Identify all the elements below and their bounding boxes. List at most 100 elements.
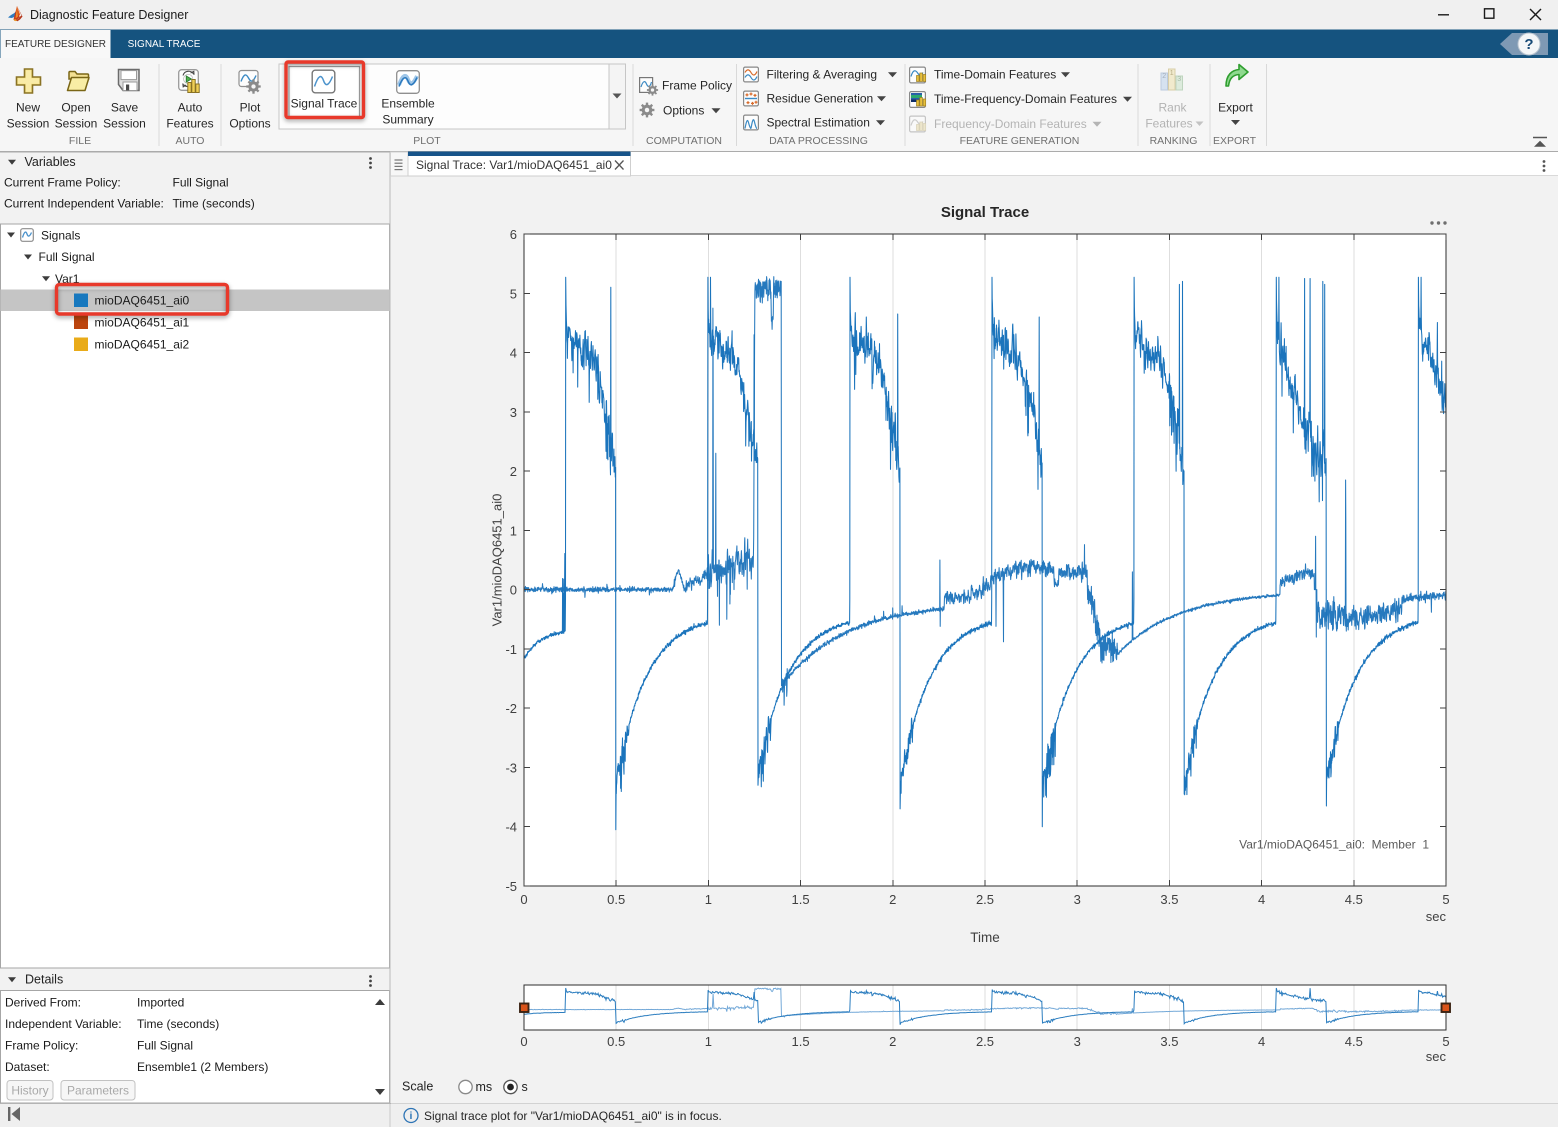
svg-text:sec: sec <box>1426 1049 1447 1064</box>
svg-text:0: 0 <box>520 892 527 907</box>
svg-text:Imported: Imported <box>137 996 184 1010</box>
svg-text:COMPUTATION: COMPUTATION <box>646 135 722 147</box>
svg-text:Save: Save <box>111 101 139 115</box>
svg-text:sec: sec <box>1426 909 1447 924</box>
svg-text:Parameters: Parameters <box>67 1084 129 1098</box>
svg-text:Details: Details <box>25 973 63 987</box>
svg-text:Signal trace plot for "Var1/mi: Signal trace plot for "Var1/mioDAQ6451_a… <box>424 1109 722 1123</box>
svg-text:3.5: 3.5 <box>1160 892 1178 907</box>
svg-text:New: New <box>16 101 40 115</box>
svg-text:Current Frame Policy:: Current Frame Policy: <box>4 176 121 190</box>
svg-text:2: 2 <box>1162 73 1166 80</box>
svg-text:2.5: 2.5 <box>976 1034 994 1049</box>
svg-text:mioDAQ6451_ai1: mioDAQ6451_ai1 <box>95 316 190 330</box>
svg-text:-5: -5 <box>505 879 517 894</box>
svg-text:Options: Options <box>229 117 270 131</box>
svg-text:3: 3 <box>510 405 517 420</box>
svg-text:-2: -2 <box>505 701 517 716</box>
svg-text:4.5: 4.5 <box>1345 892 1363 907</box>
svg-text:Export: Export <box>1218 101 1253 115</box>
svg-text:Time (seconds): Time (seconds) <box>173 197 255 211</box>
svg-text:1: 1 <box>510 523 517 538</box>
svg-text:0: 0 <box>510 583 517 598</box>
svg-text:Session: Session <box>55 117 98 131</box>
svg-text:2: 2 <box>889 892 896 907</box>
svg-text:-1: -1 <box>505 642 517 657</box>
svg-text:mioDAQ6451_ai2: mioDAQ6451_ai2 <box>95 338 190 352</box>
svg-text:1.5: 1.5 <box>792 892 810 907</box>
svg-text:4: 4 <box>1258 892 1265 907</box>
svg-text:?: ? <box>1524 36 1533 53</box>
svg-text:Current Independent Variable:: Current Independent Variable: <box>4 197 164 211</box>
svg-text:-4: -4 <box>505 820 517 835</box>
svg-text:Features: Features <box>1145 117 1192 131</box>
svg-text:Time (seconds): Time (seconds) <box>137 1017 219 1031</box>
svg-text:3: 3 <box>1074 892 1081 907</box>
svg-text:Variables: Variables <box>25 155 76 169</box>
svg-text:Features: Features <box>166 117 213 131</box>
svg-text:Open: Open <box>61 101 90 115</box>
svg-text:Rank: Rank <box>1158 101 1187 115</box>
svg-text:1: 1 <box>705 892 712 907</box>
svg-text:Full Signal: Full Signal <box>39 250 95 264</box>
svg-text:FILE: FILE <box>69 135 91 147</box>
svg-text:Session: Session <box>103 117 146 131</box>
svg-text:EXPORT: EXPORT <box>1213 135 1257 147</box>
svg-text:Time: Time <box>970 930 1000 945</box>
svg-text:FEATURE GENERATION: FEATURE GENERATION <box>960 135 1080 147</box>
svg-text:ms: ms <box>476 1080 493 1094</box>
svg-text:6: 6 <box>510 227 517 242</box>
svg-text:2: 2 <box>510 464 517 479</box>
svg-text:Ensemble1 (2 Members): Ensemble1 (2 Members) <box>137 1060 268 1074</box>
svg-text:Independent Variable:: Independent Variable: <box>5 1017 122 1031</box>
svg-text:Var1/mioDAQ6451_ai0: Var1/mioDAQ6451_ai0 <box>490 494 505 627</box>
svg-text:Session: Session <box>7 117 50 131</box>
svg-text:AUTO: AUTO <box>176 135 205 147</box>
svg-text:Plot: Plot <box>240 101 261 115</box>
svg-text:5: 5 <box>1442 1034 1449 1049</box>
svg-text:1: 1 <box>1170 70 1174 77</box>
svg-text:4: 4 <box>510 346 517 361</box>
svg-text:3.5: 3.5 <box>1160 1034 1178 1049</box>
svg-text:5: 5 <box>510 286 517 301</box>
svg-text:3: 3 <box>1177 76 1181 83</box>
svg-text:Summary: Summary <box>382 113 433 127</box>
svg-text:Frequency-Domain Features: Frequency-Domain Features <box>934 117 1087 131</box>
svg-text:4.5: 4.5 <box>1345 1034 1363 1049</box>
svg-text:2.5: 2.5 <box>976 892 994 907</box>
svg-text:4: 4 <box>1258 1034 1265 1049</box>
svg-text:History: History <box>11 1084 48 1098</box>
svg-text:SIGNAL TRACE: SIGNAL TRACE <box>128 39 201 50</box>
svg-text:RANKING: RANKING <box>1150 135 1198 147</box>
svg-text:Frame Policy:: Frame Policy: <box>5 1039 78 1053</box>
svg-text:Signal Trace: Signal Trace <box>291 97 358 111</box>
svg-text:Residue Generation: Residue Generation <box>767 92 874 106</box>
svg-text:Derived From:: Derived From: <box>5 996 81 1010</box>
svg-text:Filtering & Averaging: Filtering & Averaging <box>767 68 878 82</box>
svg-text:Full Signal: Full Signal <box>137 1039 193 1053</box>
svg-text:Signals: Signals <box>41 229 80 243</box>
svg-text:2: 2 <box>889 1034 896 1049</box>
svg-text:Scale: Scale <box>402 1080 433 1094</box>
svg-text:-3: -3 <box>505 760 517 775</box>
svg-text:Diagnostic Feature Designer: Diagnostic Feature Designer <box>30 8 188 22</box>
svg-text:Full Signal: Full Signal <box>173 176 229 190</box>
svg-text:0.5: 0.5 <box>607 1034 625 1049</box>
svg-text:PLOT: PLOT <box>413 135 441 147</box>
svg-text:0.5: 0.5 <box>607 892 625 907</box>
svg-text:Ensemble: Ensemble <box>381 97 435 111</box>
svg-text:FEATURE DESIGNER: FEATURE DESIGNER <box>5 39 106 50</box>
svg-text:0: 0 <box>520 1034 527 1049</box>
svg-text:Auto: Auto <box>178 101 203 115</box>
svg-text:5: 5 <box>1442 892 1449 907</box>
svg-text:Time-Domain Features: Time-Domain Features <box>934 68 1056 82</box>
svg-text:3: 3 <box>1074 1034 1081 1049</box>
svg-text:1.5: 1.5 <box>792 1034 810 1049</box>
svg-text:Signal Trace: Signal Trace <box>941 204 1029 221</box>
svg-text:Options: Options <box>663 104 704 118</box>
svg-text:i: i <box>410 1110 413 1122</box>
svg-text:Frame Policy: Frame Policy <box>662 79 732 93</box>
svg-text:DATA PROCESSING: DATA PROCESSING <box>769 135 868 147</box>
svg-text:1: 1 <box>705 1034 712 1049</box>
svg-text:Time-Frequency-Domain Features: Time-Frequency-Domain Features <box>934 92 1117 106</box>
